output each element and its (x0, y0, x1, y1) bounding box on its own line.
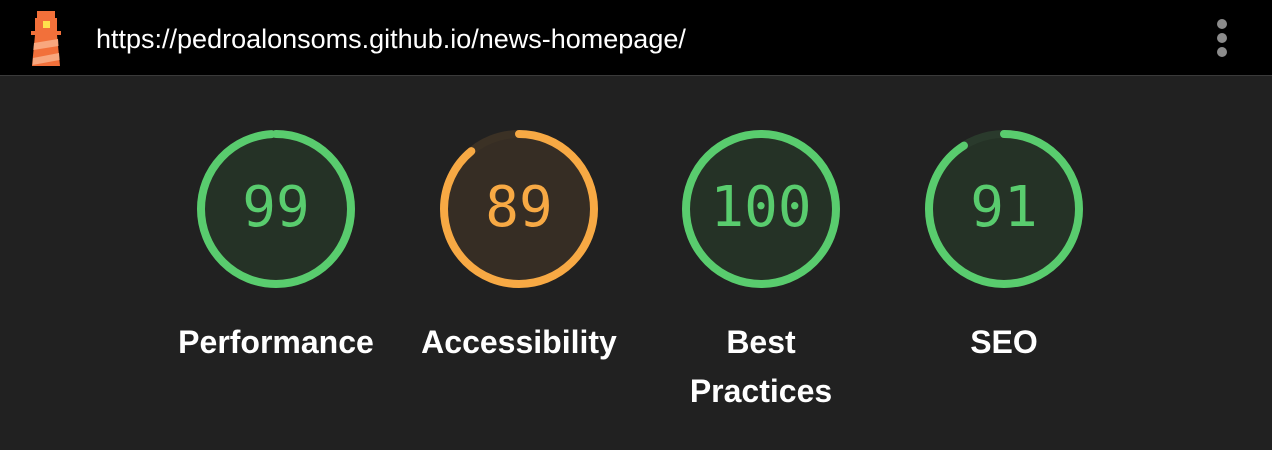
gauge-label: Best Practices (689, 324, 833, 409)
gauge-label: SEO (970, 324, 1038, 360)
gauge-label: Performance (178, 324, 374, 360)
gauge-score: 99 (242, 175, 309, 240)
lighthouse-icon (31, 11, 61, 66)
gauge-label: Accessibility (421, 324, 617, 360)
gauge-score: 100 (710, 175, 811, 240)
gauge-accessibility[interactable]: 89 Accessibility (399, 127, 639, 367)
more-vert-icon[interactable] (1208, 14, 1236, 62)
gauge-best-practices[interactable]: 100 Best Practices (641, 127, 881, 416)
report-header: https://pedroalonsoms.github.io/news-hom… (0, 0, 1272, 76)
gauge-performance[interactable]: 99 Performance (156, 127, 396, 367)
gauge-ring: 89 (440, 130, 598, 288)
gauge-seo[interactable]: 91 SEO (884, 127, 1124, 367)
gauge-ring: 100 (682, 130, 840, 288)
report-url[interactable]: https://pedroalonsoms.github.io/news-hom… (96, 21, 686, 57)
gauge-score: 89 (485, 175, 552, 240)
gauge-ring: 99 (197, 130, 355, 288)
gauge-ring: 91 (925, 130, 1083, 288)
gauge-score: 91 (970, 175, 1037, 240)
